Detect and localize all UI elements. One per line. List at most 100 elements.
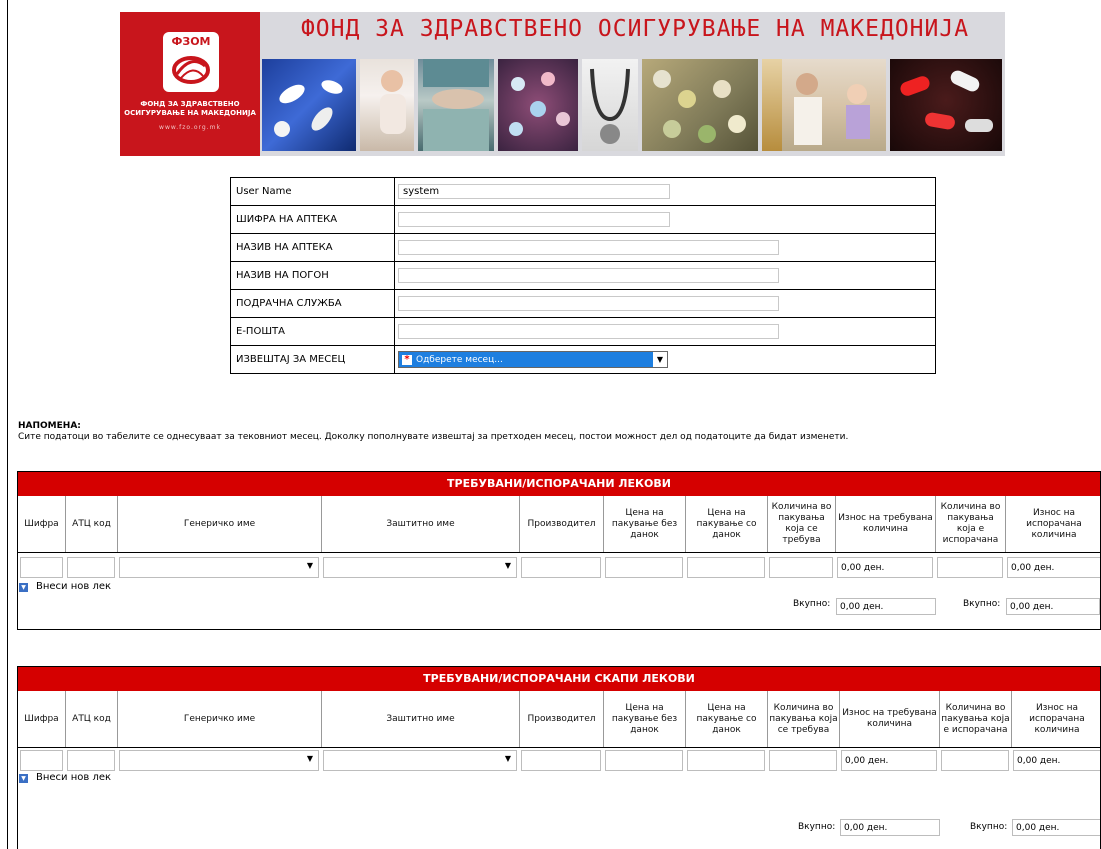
table-row: ▼ ▼ 0,00 ден. 0,00 ден. <box>18 748 1100 772</box>
col-qty-delivered: Количина во пакувања која е испорачана <box>940 691 1012 747</box>
col-qty-requested: Количина во пакувања која се требува <box>768 691 840 747</box>
chevron-down-icon[interactable]: ▼ <box>653 355 667 364</box>
left-border-line <box>7 0 8 849</box>
expand-down-icon: ▼ <box>19 774 28 783</box>
manufacturer-input[interactable] <box>521 557 601 578</box>
col-amount-requested: Износ на требувана количина <box>836 496 936 552</box>
qty-delivered-input[interactable] <box>937 557 1003 578</box>
photo-red-capsules <box>890 59 1002 151</box>
form-row-email: Е-ПОШТА <box>230 317 936 346</box>
form-row-username: User Name <box>230 177 936 206</box>
generic-name-select[interactable]: ▼ <box>119 557 319 578</box>
total-label: Вкупно: <box>970 822 1008 832</box>
form-row-report-month: ИЗВЕШТАЈ ЗА МЕСЕЦ * Одберете месец... ▼ <box>230 345 936 374</box>
logo-abbreviation: ФЗОМ <box>171 35 211 48</box>
email-input[interactable] <box>398 324 779 339</box>
col-generic-name: Генеричко име <box>118 691 322 747</box>
required-asterisk-icon: * <box>402 354 412 365</box>
col-price-no-tax: Цена на пакување без данок <box>604 691 686 747</box>
chevron-down-icon: ▼ <box>504 561 511 570</box>
price-with-tax-input[interactable] <box>687 750 765 771</box>
drugs-table-header: Шифра АТЦ код Генеричко име Заштитно име… <box>18 496 1100 553</box>
add-expensive-drug-link[interactable]: ▼ Внеси нов лек <box>18 772 1100 788</box>
form-row-pharmacy-name: НАЗИВ НА АПТЕКА <box>230 233 936 262</box>
qty-requested-input[interactable] <box>769 750 837 771</box>
report-month-select[interactable]: * Одберете месец... ▼ <box>398 351 668 368</box>
amount-delivered-value: 0,00 ден. <box>1007 557 1100 578</box>
col-atc-code: АТЦ код <box>66 691 118 747</box>
atc-code-input[interactable] <box>67 750 115 771</box>
note-title: НАПОМЕНА: <box>18 421 81 431</box>
brand-name-select[interactable]: ▼ <box>323 557 517 578</box>
totals-row: Вкупно: 0,00 ден. Вкупно: 0,00 ден. <box>18 597 1100 627</box>
total-label: Вкупно: <box>963 599 1001 609</box>
chevron-down-icon: ▼ <box>306 754 313 763</box>
pharmacy-code-label: ШИФРА НА АПТЕКА <box>230 205 395 234</box>
col-price-with-tax: Цена на пакување со данок <box>686 691 768 747</box>
code-input[interactable] <box>20 750 63 771</box>
expand-down-icon: ▼ <box>19 583 28 592</box>
drugs-table-title: ТРЕБУВАНИ/ИСПОРАЧАНИ ЛЕКОВИ <box>18 472 1100 496</box>
table-row: ▼ ▼ 0,00 ден. 0,00 ден. <box>18 553 1100 581</box>
total-label: Вкупно: <box>793 599 831 609</box>
email-label: Е-ПОШТА <box>230 317 395 346</box>
generic-name-select[interactable]: ▼ <box>119 750 319 771</box>
brand-name-select[interactable]: ▼ <box>323 750 517 771</box>
atc-code-input[interactable] <box>67 557 115 578</box>
qty-delivered-input[interactable] <box>941 750 1009 771</box>
pharmacy-name-label: НАЗИВ НА АПТЕКА <box>230 233 395 262</box>
regional-office-input[interactable] <box>398 296 779 311</box>
fzom-logo: ФЗОМ ФОНД ЗА ЗДРАВСТВЕНО ОСИГУРУВАЊЕ НА … <box>120 12 260 156</box>
col-manufacturer: Производител <box>520 691 604 747</box>
pharmacy-code-input[interactable] <box>398 212 670 227</box>
expensive-drugs-table-title: ТРЕБУВАНИ/ИСПОРАЧАНИ СКАПИ ЛЕКОВИ <box>18 667 1100 691</box>
col-code: Шифра <box>18 691 66 747</box>
col-brand-name: Заштитно име <box>322 496 520 552</box>
price-with-tax-input[interactable] <box>687 557 765 578</box>
col-price-no-tax: Цена на пакување без данок <box>604 496 686 552</box>
photo-doctor-baby <box>360 59 414 151</box>
col-brand-name: Заштитно име <box>322 691 520 747</box>
col-generic-name: Генеричко име <box>118 496 322 552</box>
col-code: Шифра <box>18 496 66 552</box>
pharmacy-name-input[interactable] <box>398 240 779 255</box>
col-manufacturer: Производител <box>520 496 604 552</box>
col-qty-delivered: Количина во пакувања која е испорачана <box>936 496 1006 552</box>
totals-row: Вкупно: 0,00 ден. Вкупно: 0,00 ден. <box>18 788 1100 838</box>
amount-delivered-value: 0,00 ден. <box>1013 750 1100 771</box>
price-no-tax-input[interactable] <box>605 750 683 771</box>
plant-name-input[interactable] <box>398 268 779 283</box>
logo-name: ФОНД ЗА ЗДРАВСТВЕНО ОСИГУРУВАЊЕ НА МАКЕД… <box>124 100 256 117</box>
add-drug-link[interactable]: ▼ Внеси нов лек <box>18 581 1100 597</box>
manufacturer-input[interactable] <box>521 750 601 771</box>
username-label: User Name <box>230 177 395 206</box>
col-amount-delivered: Износ на испорачана количина <box>1029 702 1085 735</box>
code-input[interactable] <box>20 557 63 578</box>
photo-pills <box>262 59 356 151</box>
price-no-tax-input[interactable] <box>605 557 683 578</box>
report-month-label: ИЗВЕШТАЈ ЗА МЕСЕЦ <box>230 345 395 374</box>
col-amount-delivered: Износ на испорачана количина <box>1026 507 1082 540</box>
form-row-regional-office: ПОДРАЧНА СЛУЖБА <box>230 289 936 318</box>
expensive-drugs-table: ТРЕБУВАНИ/ИСПОРАЧАНИ СКАПИ ЛЕКОВИ Шифра … <box>17 666 1101 849</box>
add-drug-label: Внеси нов лек <box>36 772 112 783</box>
regional-office-label: ПОДРАЧНА СЛУЖБА <box>230 289 395 318</box>
logo-swirl-icon <box>172 56 210 84</box>
total-delivered-value: 0,00 ден. <box>1006 598 1100 615</box>
report-month-selected: * Одберете месец... <box>399 352 653 367</box>
amount-requested-value: 0,00 ден. <box>837 557 933 578</box>
note-text: Сите податоци во табелите се однесуваат … <box>18 432 849 442</box>
plant-name-label: НАЗИВ НА ПОГОН <box>230 261 395 290</box>
form-row-plant-name: НАЗИВ НА ПОГОН <box>230 261 936 290</box>
photo-doctor-child <box>782 59 886 151</box>
drugs-table: ТРЕБУВАНИ/ИСПОРАЧАНИ ЛЕКОВИ Шифра АТЦ ко… <box>17 471 1101 630</box>
pharmacy-info-form: User Name ШИФРА НА АПТЕКА НАЗИВ НА АПТЕК… <box>230 177 936 374</box>
qty-requested-input[interactable] <box>769 557 833 578</box>
username-input[interactable] <box>398 184 670 199</box>
col-atc-code: АТЦ код <box>66 496 118 552</box>
col-qty-requested: Количина во пакувања која се требува <box>768 496 836 552</box>
total-delivered-value: 0,00 ден. <box>1012 819 1100 836</box>
total-requested-value: 0,00 ден. <box>836 598 936 615</box>
report-month-value: Одберете месец... <box>416 354 503 365</box>
photo-capsules <box>498 59 578 151</box>
